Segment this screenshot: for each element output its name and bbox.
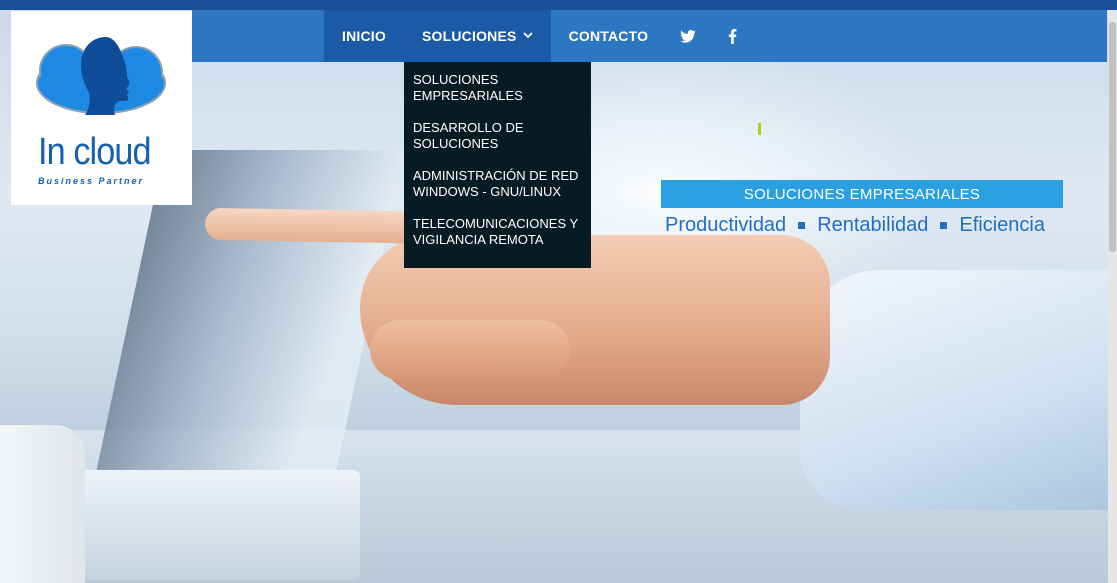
dropdown-item-soluciones-empresariales[interactable]: SOLUCIONES EMPRESARIALES: [404, 68, 591, 116]
square-separator-icon: [798, 222, 806, 229]
dropdown-item-desarrollo-soluciones[interactable]: DESARROLLO DE SOLUCIONES: [404, 116, 591, 164]
nav-item-soluciones[interactable]: SOLUCIONES: [403, 10, 551, 62]
soluciones-dropdown-menu: SOLUCIONES EMPRESARIALES DESARROLLO DE S…: [404, 62, 591, 268]
green-mark: [758, 123, 761, 135]
thumb-image: [370, 320, 570, 380]
top-strip: [0, 0, 1117, 10]
nav-item-contacto[interactable]: CONTACTO: [551, 10, 667, 62]
hero-tagline: Productividad Rentabilidad Eficiencia: [665, 214, 1065, 237]
logo-name: In cloud: [38, 131, 151, 173]
nav-item-inicio[interactable]: INICIO: [324, 10, 404, 62]
page: SOLUCIONES EMPRESARIALES Productividad R…: [0, 0, 1117, 583]
logo[interactable]: In cloud Business Partner: [11, 11, 192, 205]
nav-item-label: INICIO: [342, 28, 386, 44]
nav-item-label: SOLUCIONES: [421, 28, 517, 44]
dropdown-item-telecomunicaciones[interactable]: TELECOMUNICACIONES Y VIGILANCIA REMOTA: [404, 212, 591, 260]
logo-tagline: Business Partner: [38, 176, 145, 186]
page-scrollbar[interactable]: [1108, 10, 1117, 583]
hero-banner: SOLUCIONES EMPRESARIALES: [661, 180, 1063, 208]
tagline-productividad: Productividad: [665, 214, 787, 236]
square-separator-icon: [940, 222, 948, 229]
facebook-icon[interactable]: [710, 10, 754, 62]
scrollbar-thumb[interactable]: [1109, 22, 1116, 252]
tagline-rentabilidad: Rentabilidad: [817, 214, 929, 236]
shirt-sleeve-image: [800, 270, 1117, 510]
chevron-down-icon: [522, 30, 533, 42]
dropdown-item-administracion-red[interactable]: ADMINISTRACIÓN DE RED WINDOWS - GNU/LINU…: [404, 164, 591, 212]
mug-image: [0, 425, 85, 583]
nav-menu: INICIO SOLUCIONES CONTACTO: [324, 10, 754, 62]
twitter-icon[interactable]: [666, 10, 710, 62]
laptop-base-image: [60, 470, 360, 580]
nav-item-label: CONTACTO: [568, 28, 649, 44]
tagline-eficiencia: Eficiencia: [959, 214, 1045, 236]
